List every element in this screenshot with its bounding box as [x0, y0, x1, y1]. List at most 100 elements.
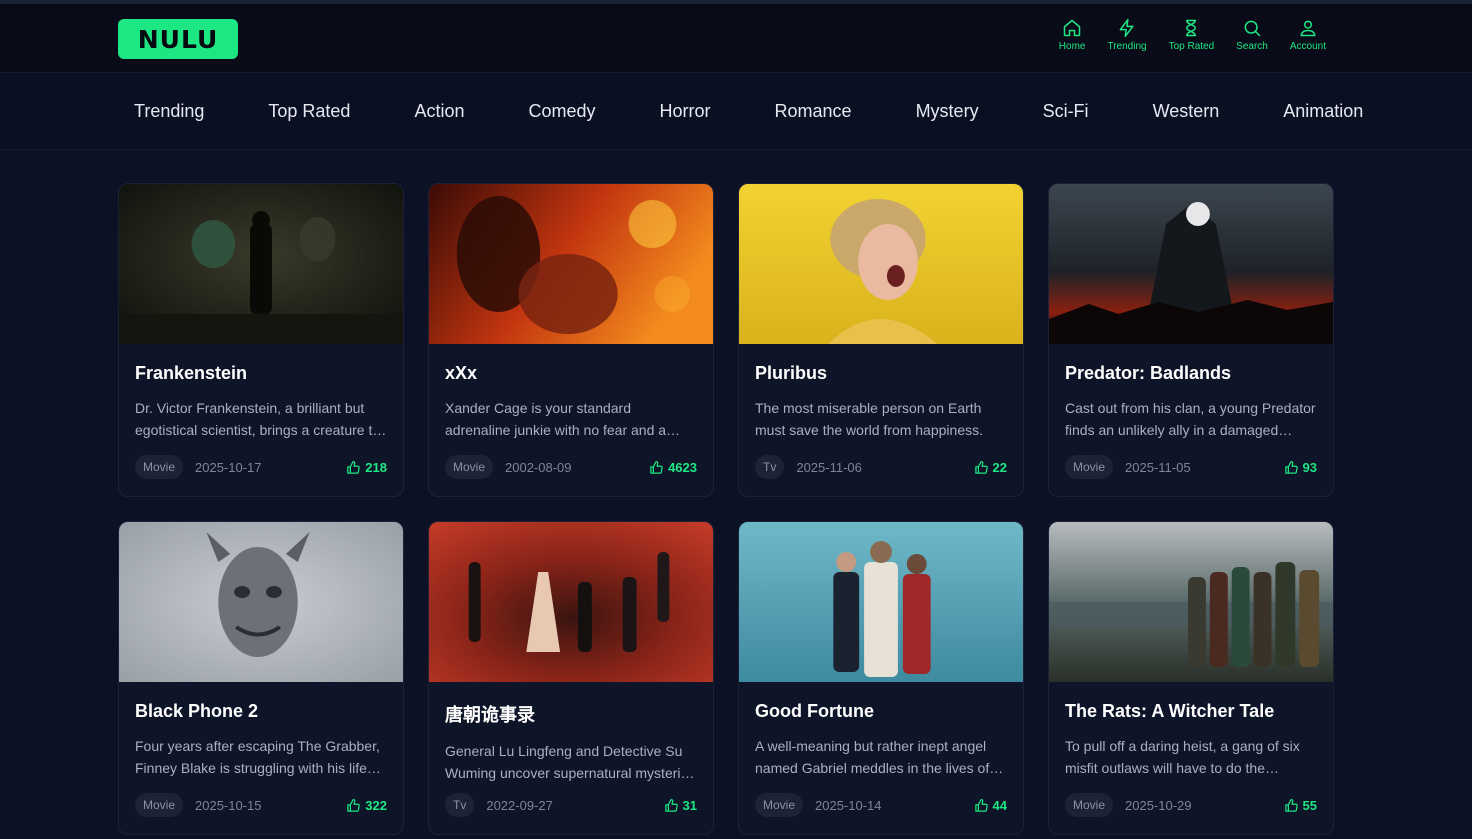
type-badge: Movie	[135, 455, 184, 479]
genre-romance[interactable]: Romance	[759, 101, 868, 122]
card-description: General Lu Lingfeng and Detective Su Wum…	[445, 743, 696, 781]
poster-image	[1049, 522, 1333, 682]
thumbs-up-icon	[664, 798, 678, 812]
type-badge: Movie	[1065, 455, 1114, 479]
title-card[interactable]: Frankenstein Dr. Victor Frankenstein, a …	[118, 183, 404, 497]
card-description: Four years after escaping The Grabber, F…	[135, 738, 380, 776]
user-icon	[1300, 20, 1316, 37]
nav-top-rated[interactable]: Top Rated	[1168, 18, 1215, 52]
main-nav: Home Trending Top Rated Search Account	[1037, 18, 1326, 52]
thumbs-up-icon	[1284, 798, 1298, 812]
poster-image	[119, 522, 403, 682]
release-date: 2025-10-14	[815, 797, 882, 813]
thumbs-up-icon	[347, 798, 361, 812]
home-icon	[1063, 19, 1081, 37]
likes-count[interactable]: 218	[346, 460, 387, 475]
card-meta: Tv 2022-09-27 31	[445, 792, 697, 818]
likes-value: 93	[1302, 459, 1317, 475]
likes-value: 4623	[668, 459, 697, 475]
likes-count[interactable]: 44	[974, 798, 1007, 813]
card-title: Predator: Badlands	[1065, 363, 1232, 383]
genre-mystery[interactable]: Mystery	[900, 101, 995, 122]
likes-value: 218	[365, 459, 387, 475]
nav-account-label: Account	[1289, 41, 1326, 52]
genre-top-rated[interactable]: Top Rated	[252, 101, 366, 122]
likes-value: 322	[365, 797, 387, 813]
nav-home-label: Home	[1058, 41, 1086, 52]
nav-trending-label: Trending	[1107, 41, 1147, 52]
title-card[interactable]: xXx Xander Cage is your standard adrenal…	[428, 183, 714, 497]
thumbs-up-icon	[347, 460, 361, 474]
title-card[interactable]: The Rats: A Witcher Tale To pull off a d…	[1048, 521, 1334, 835]
lightning-icon	[1119, 18, 1134, 38]
card-description: Dr. Victor Frankenstein, a brilliant but…	[135, 400, 381, 438]
thumbs-up-icon	[974, 460, 988, 474]
release-date: 2002-08-09	[505, 459, 572, 475]
likes-count[interactable]: 31	[664, 798, 697, 813]
type-badge: Movie	[1065, 793, 1114, 817]
title-card[interactable]: Predator: Badlands Cast out from his cla…	[1048, 183, 1334, 497]
likes-value: 22	[992, 459, 1007, 475]
card-description: To pull off a daring heist, a gang of si…	[1065, 738, 1300, 776]
genre-comedy[interactable]: Comedy	[512, 101, 611, 122]
likes-count[interactable]: 55	[1284, 798, 1317, 813]
likes-value: 55	[1302, 797, 1317, 813]
card-meta: Movie 2002-08-09 4623	[445, 454, 697, 480]
likes-count[interactable]: 93	[1284, 460, 1317, 475]
card-title: Black Phone 2	[135, 701, 259, 721]
card-meta: Movie 2025-10-29 55	[1065, 792, 1317, 818]
card-title: Frankenstein	[135, 363, 248, 383]
genre-list: Trending Top Rated Action Comedy Horror …	[118, 73, 1366, 149]
poster-image	[739, 522, 1023, 682]
likes-count[interactable]: 4623	[649, 460, 697, 475]
nulu-logo[interactable]: NULU	[118, 19, 238, 59]
nav-search[interactable]: Search	[1236, 18, 1268, 52]
title-card[interactable]: Pluribus The most miserable person on Ea…	[738, 183, 1024, 497]
thumbs-up-icon	[1284, 460, 1298, 474]
card-meta: Tv 2025-11-06 22	[755, 454, 1007, 480]
nav-home[interactable]: Home	[1058, 18, 1086, 52]
release-date: 2022-09-27	[486, 797, 553, 813]
likes-value: 31	[682, 797, 697, 813]
poster-image	[429, 184, 713, 344]
poster-image	[119, 184, 403, 344]
release-date: 2025-11-06	[796, 459, 862, 475]
genre-action[interactable]: Action	[398, 101, 480, 122]
nav-account[interactable]: Account	[1290, 18, 1326, 52]
card-title: 唐朝诡事录	[445, 705, 535, 725]
card-meta: Movie 2025-11-05 93	[1065, 454, 1317, 480]
type-badge: Movie	[755, 793, 804, 817]
title-card[interactable]: 唐朝诡事录 General Lu Lingfeng and Detective …	[428, 521, 714, 835]
card-description: Xander Cage is your standard adrenaline …	[445, 400, 667, 438]
card-meta: Movie 2025-10-15 322	[135, 792, 387, 818]
thumbs-up-icon	[974, 798, 988, 812]
type-badge: Tv	[445, 793, 475, 817]
poster-image	[1049, 184, 1333, 344]
nav-trending[interactable]: Trending	[1107, 18, 1147, 52]
genre-horror[interactable]: Horror	[644, 101, 727, 122]
poster-image	[429, 522, 713, 682]
nav-top-rated-label: Top Rated	[1168, 41, 1215, 52]
release-date: 2025-10-29	[1125, 797, 1192, 813]
type-badge: Tv	[755, 455, 785, 479]
thumbs-up-icon	[650, 460, 663, 474]
likes-count[interactable]: 322	[346, 798, 387, 813]
card-title: Pluribus	[755, 363, 828, 383]
poster-image	[739, 184, 1023, 344]
trophy-icon	[1186, 19, 1197, 37]
genre-sci-fi[interactable]: Sci-Fi	[1027, 101, 1105, 122]
title-card[interactable]: Black Phone 2 Four years after escaping …	[118, 521, 404, 835]
genre-bar: Trending Top Rated Action Comedy Horror …	[0, 73, 1472, 150]
card-meta: Movie 2025-10-14 44	[755, 792, 1007, 818]
title-card[interactable]: Good Fortune A well-meaning but rather i…	[738, 521, 1024, 835]
card-description: The most miserable person on Earth must …	[755, 400, 983, 438]
genre-animation[interactable]: Animation	[1267, 101, 1366, 122]
genre-trending[interactable]: Trending	[118, 101, 220, 122]
card-meta: Movie 2025-10-17 218	[135, 454, 387, 480]
release-date: 2025-10-17	[195, 459, 262, 475]
genre-western[interactable]: Western	[1137, 101, 1236, 122]
release-date: 2025-10-15	[195, 797, 262, 813]
card-description: A well-meaning but rather inept angel na…	[755, 738, 990, 776]
likes-count[interactable]: 22	[974, 460, 1007, 475]
type-badge: Movie	[135, 793, 184, 817]
